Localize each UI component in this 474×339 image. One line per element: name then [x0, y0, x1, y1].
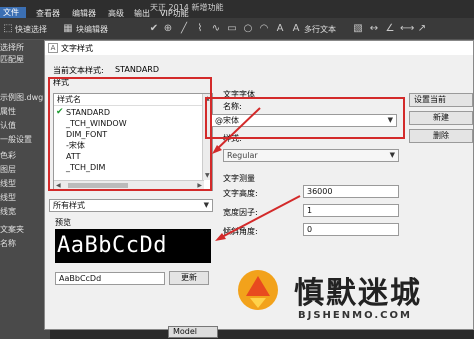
tab-model[interactable]: Model	[168, 326, 218, 338]
watermark: 慎默迷城 BJSHENMO.COM	[230, 262, 470, 336]
watermark-title: 慎默迷城	[294, 276, 422, 311]
watermark-subtitle: BJSHENMO.COM	[298, 310, 412, 321]
watermark-logo-icon	[238, 270, 278, 310]
